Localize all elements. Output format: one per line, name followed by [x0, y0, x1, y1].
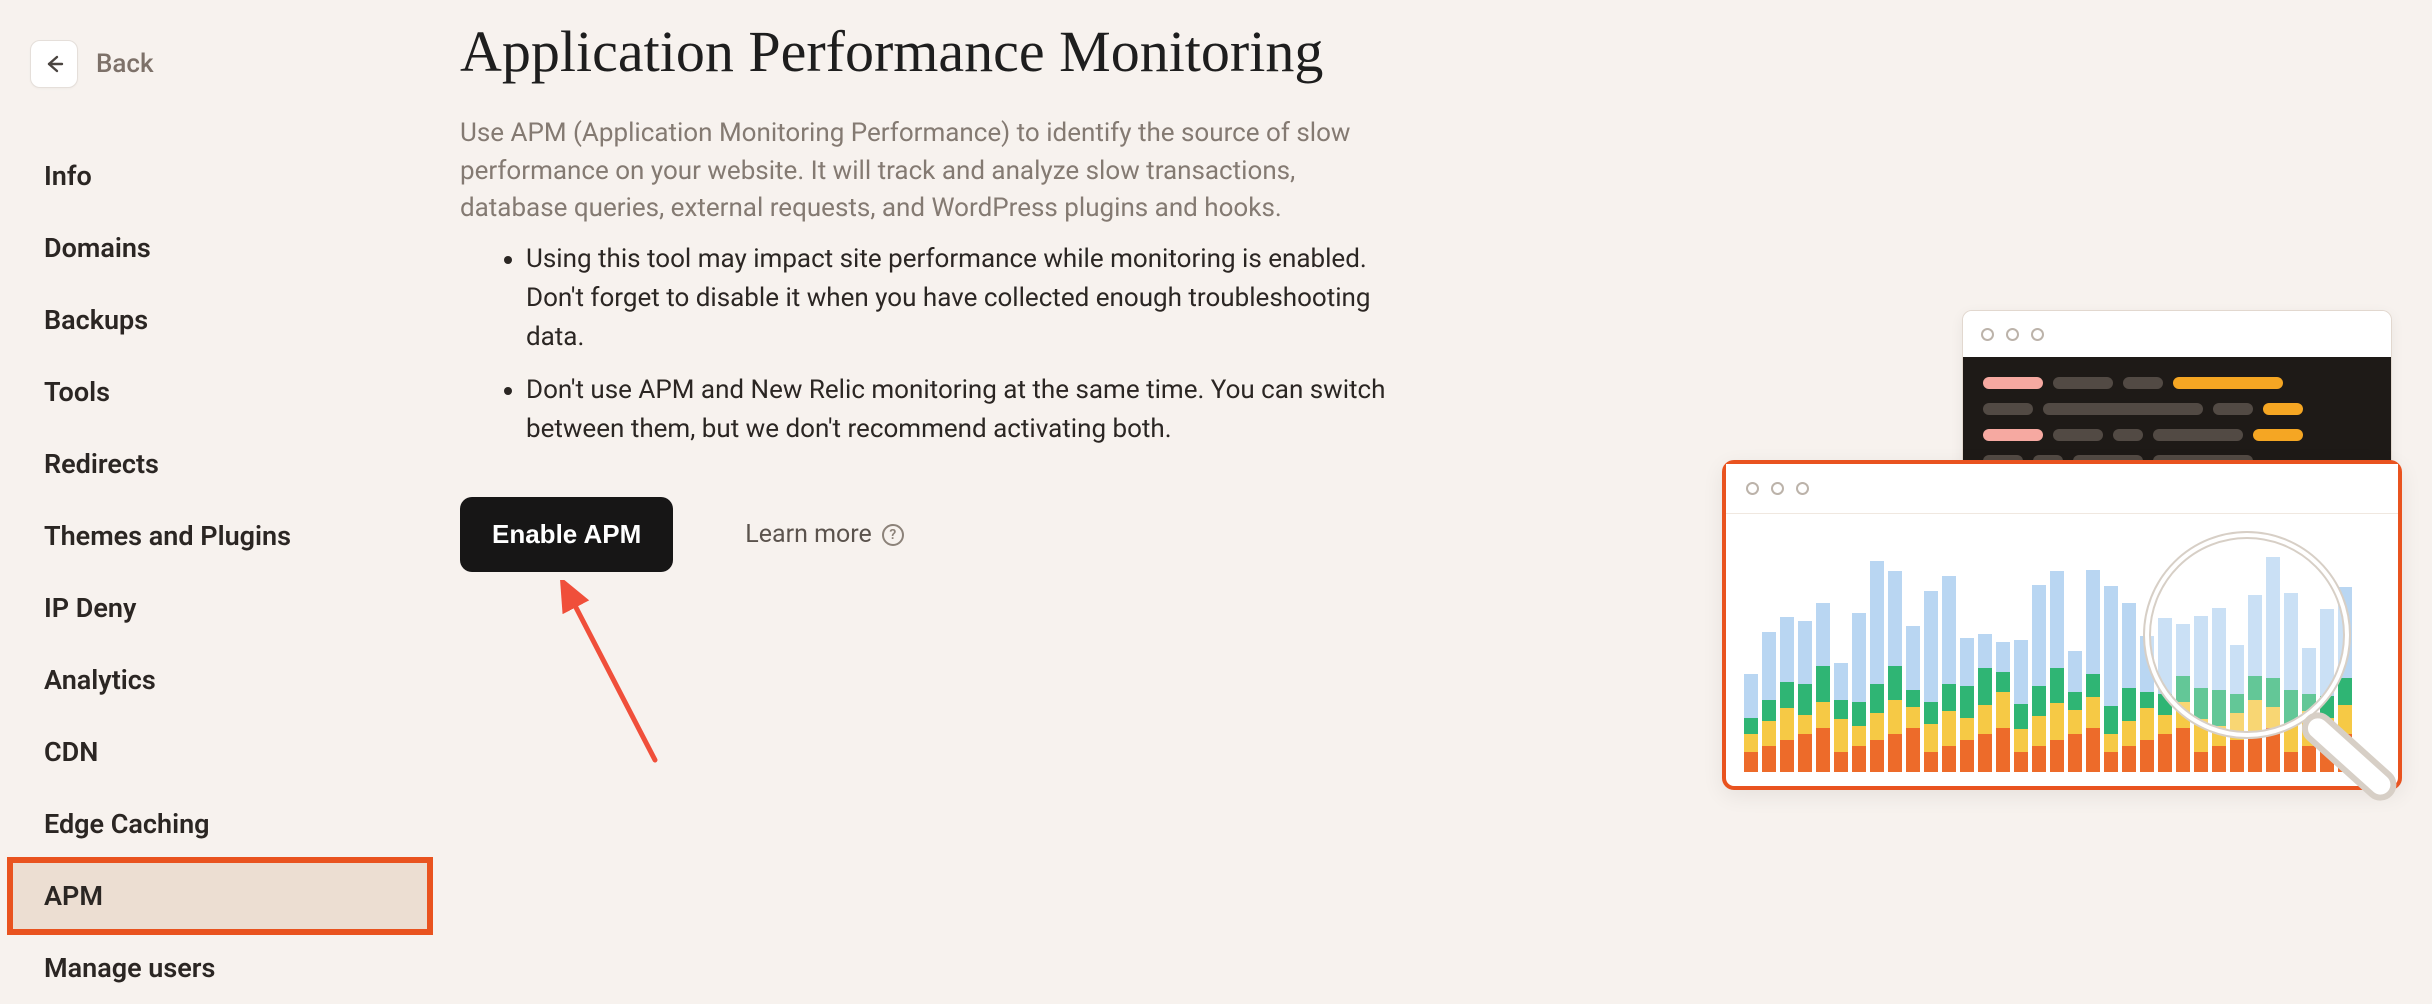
back-label: Back [96, 49, 154, 79]
sidebar-item-label: Tools [44, 376, 110, 408]
sidebar: Info Domains Backups Tools Redirects The… [10, 140, 430, 1004]
learn-more-label: Learn more [745, 520, 871, 549]
sidebar-item-cdn[interactable]: CDN [10, 716, 430, 788]
sidebar-item-label: Analytics [44, 664, 156, 696]
window-dot-icon [1771, 482, 1784, 495]
sidebar-item-info[interactable]: Info [10, 140, 430, 212]
arrow-left-icon [30, 40, 78, 88]
page-title: Application Performance Monitoring [460, 18, 1480, 85]
help-icon: ? [882, 524, 904, 546]
info-bullets: Using this tool may impact site performa… [526, 240, 1480, 449]
sidebar-item-label: Manage users [44, 952, 215, 984]
sidebar-item-domains[interactable]: Domains [10, 212, 430, 284]
window-dot-icon [2031, 328, 2044, 341]
sidebar-item-ip-deny[interactable]: IP Deny [10, 572, 430, 644]
window-dot-icon [2006, 328, 2019, 341]
sidebar-item-themes-plugins[interactable]: Themes and Plugins [10, 500, 430, 572]
back-button[interactable]: Back [30, 40, 154, 88]
window-dot-icon [1796, 482, 1809, 495]
sidebar-item-backups[interactable]: Backups [10, 284, 430, 356]
window-dot-icon [1746, 482, 1759, 495]
sidebar-item-label: Info [44, 160, 92, 192]
enable-apm-button[interactable]: Enable APM [460, 497, 673, 572]
sidebar-item-tools[interactable]: Tools [10, 356, 430, 428]
sidebar-item-manage-users[interactable]: Manage users [10, 932, 430, 1004]
sidebar-item-label: Themes and Plugins [44, 520, 291, 552]
illustration-chart-window [1722, 460, 2402, 790]
sidebar-item-label: Backups [44, 304, 148, 336]
sidebar-item-apm[interactable]: APM [10, 860, 430, 932]
sidebar-item-redirects[interactable]: Redirects [10, 428, 430, 500]
sidebar-item-label: APM [44, 880, 103, 912]
apm-illustration [1692, 310, 2432, 830]
annotation-arrow-icon [555, 580, 675, 770]
sidebar-item-label: CDN [44, 736, 98, 768]
sidebar-item-label: IP Deny [44, 592, 136, 624]
sidebar-item-analytics[interactable]: Analytics [10, 644, 430, 716]
sidebar-item-label: Domains [44, 232, 151, 264]
sidebar-item-label: Redirects [44, 448, 159, 480]
intro-text: Use APM (Application Monitoring Performa… [460, 115, 1400, 228]
sidebar-item-label: Edge Caching [44, 808, 210, 840]
bullet-item: Don't use APM and New Relic monitoring a… [526, 371, 1406, 449]
learn-more-link[interactable]: Learn more ? [745, 520, 903, 549]
bullet-item: Using this tool may impact site performa… [526, 240, 1406, 357]
window-dot-icon [1981, 328, 1994, 341]
sidebar-item-edge-caching[interactable]: Edge Caching [10, 788, 430, 860]
main-content: Application Performance Monitoring Use A… [460, 18, 1480, 572]
